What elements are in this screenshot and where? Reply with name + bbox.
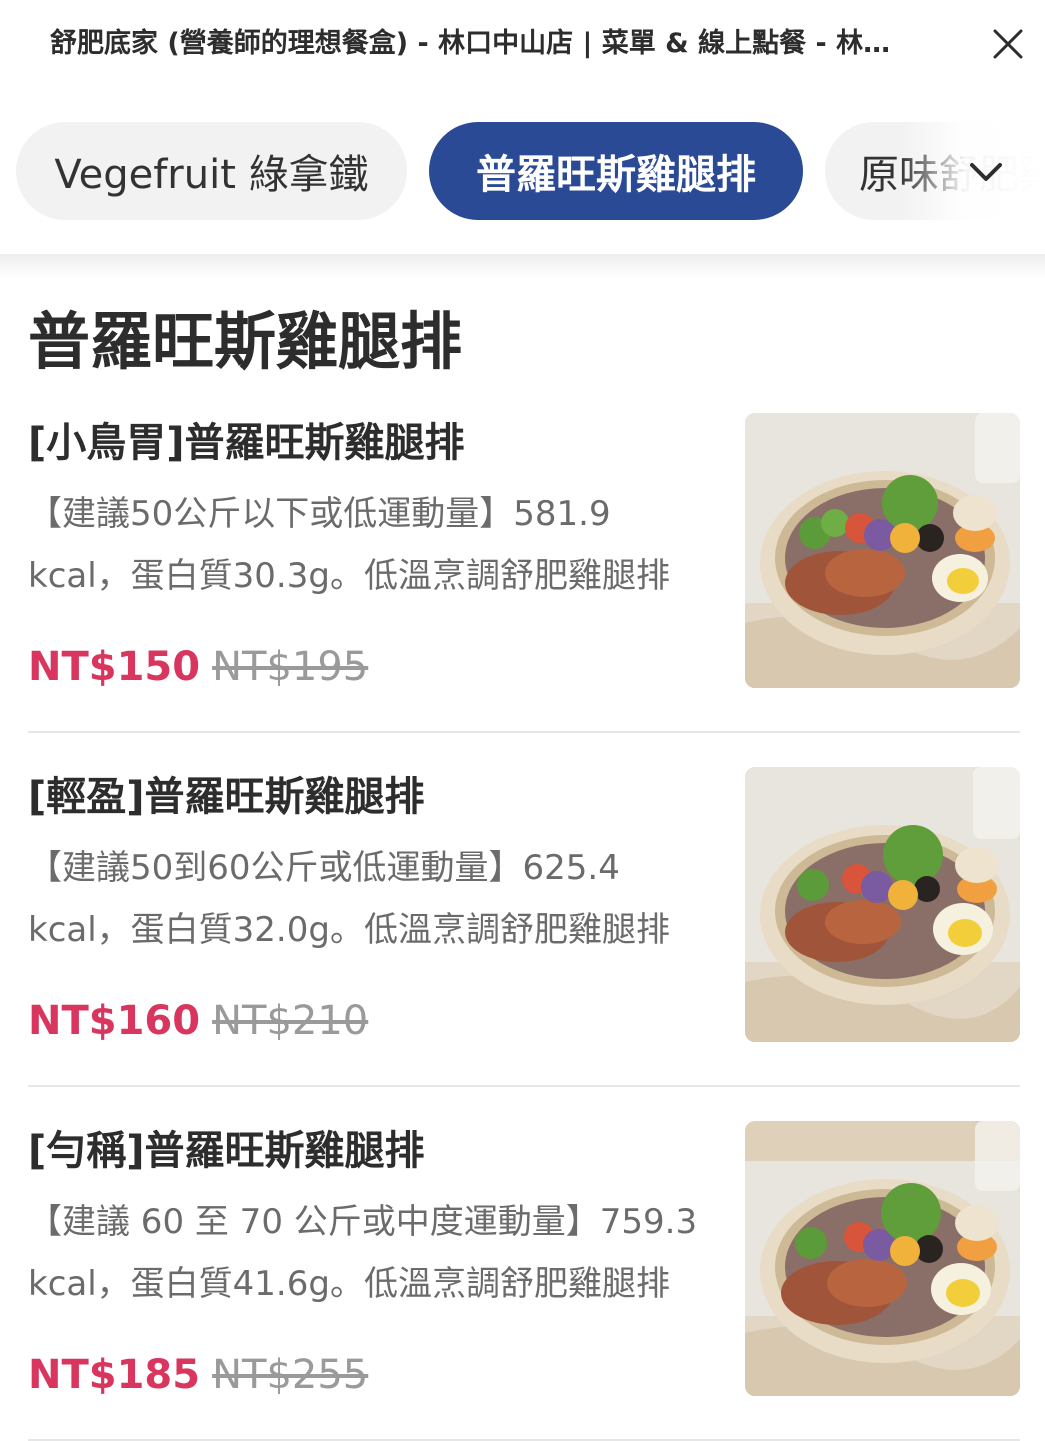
category-tabs: Vegefruit 綠拿鐵 普羅旺斯雞腿排 原味舒肥雞胸 xyxy=(0,92,1045,254)
menu-item[interactable]: [小鳥胃]普羅旺斯雞腿排 【建議50公斤以下或低運動量】581.9 kcal，蛋… xyxy=(0,413,1045,767)
chevron-down-icon xyxy=(970,163,1002,181)
item-description: 【建議 60 至 70 公斤或中度運動量】759.3 kcal，蛋白質41.6g… xyxy=(28,1202,698,1304)
divider xyxy=(28,1085,1020,1087)
more-categories-button[interactable] xyxy=(962,148,1010,196)
item-price: NT$160 xyxy=(28,998,201,1044)
item-photo[interactable] xyxy=(745,413,1020,688)
menu-item[interactable]: [輕盈]普羅旺斯雞腿排 【建議50到60公斤或低運動量】625.4 kcal，蛋… xyxy=(0,767,1045,1121)
close-button[interactable] xyxy=(984,20,1032,68)
menu-page: 舒肥底家 (營養師的理想餐盒) - 林口中山店 | 菜單 & 線上點餐 - 林口… xyxy=(0,0,1045,1441)
section-title: 普羅旺斯雞腿排 xyxy=(28,305,463,378)
item-original-price: NT$210 xyxy=(212,998,369,1044)
item-description: 【建議50到60公斤或低運動量】625.4 kcal，蛋白質32.0g。低溫烹調… xyxy=(28,848,670,950)
divider xyxy=(28,731,1020,733)
tab-vegefruit[interactable]: Vegefruit 綠拿鐵 xyxy=(16,122,407,220)
price-row: NT$185 NT$255 xyxy=(28,1347,368,1403)
item-photo[interactable] xyxy=(745,1121,1020,1396)
tab-provence-chicken[interactable]: 普羅旺斯雞腿排 xyxy=(429,122,803,220)
header: 舒肥底家 (營養師的理想餐盒) - 林口中山店 | 菜單 & 線上點餐 - 林口… xyxy=(0,0,1045,92)
close-icon xyxy=(993,29,1023,59)
item-description: 【建議50公斤以下或低運動量】581.9 kcal，蛋白質30.3g。低溫烹調舒… xyxy=(28,494,670,596)
item-price: NT$150 xyxy=(28,644,201,690)
tabs-shadow xyxy=(0,254,1045,278)
item-photo[interactable] xyxy=(745,767,1020,1042)
item-name: [勻稱]普羅旺斯雞腿排 xyxy=(28,1128,425,1174)
price-row: NT$160 NT$210 xyxy=(28,993,368,1049)
item-price: NT$185 xyxy=(28,1352,201,1398)
item-name: [輕盈]普羅旺斯雞腿排 xyxy=(28,774,425,820)
price-row: NT$150 NT$195 xyxy=(28,639,368,695)
item-name: [小鳥胃]普羅旺斯雞腿排 xyxy=(28,420,465,466)
page-title: 舒肥底家 (營養師的理想餐盒) - 林口中山店 | 菜單 & 線上點餐 - 林口… xyxy=(50,28,910,59)
item-original-price: NT$255 xyxy=(212,1352,369,1398)
menu-item[interactable]: [勻稱]普羅旺斯雞腿排 【建議 60 至 70 公斤或中度運動量】759.3 k… xyxy=(0,1121,1045,1441)
item-original-price: NT$195 xyxy=(212,644,369,690)
